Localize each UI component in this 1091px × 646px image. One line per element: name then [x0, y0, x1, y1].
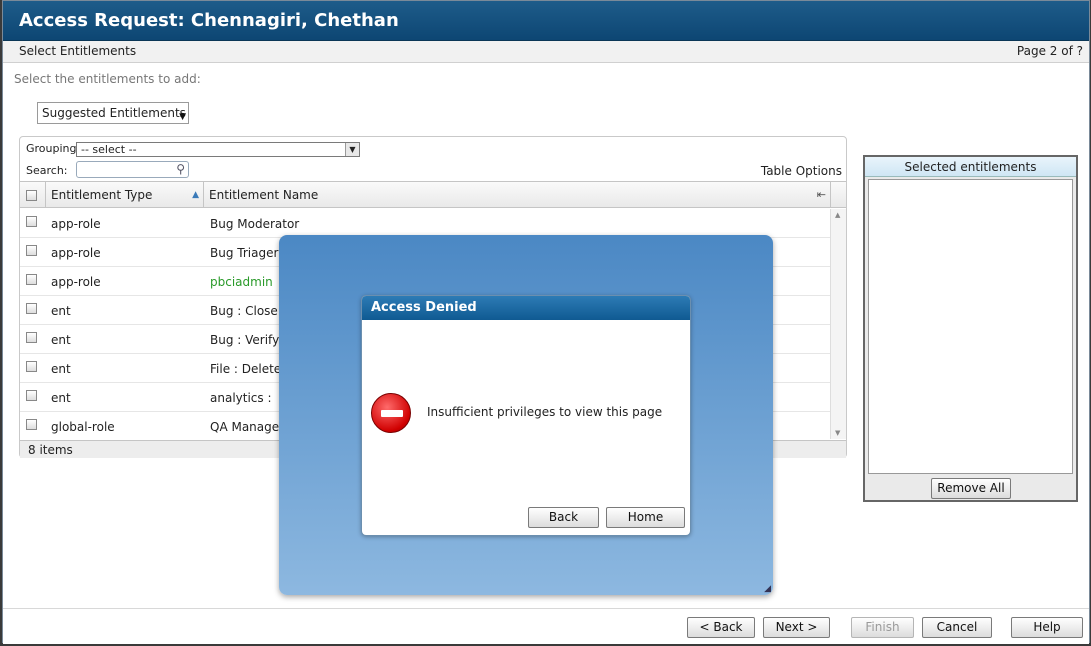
entitlement-source-select[interactable]: Suggested Entitlements ▼ [37, 102, 189, 124]
column-label-type: Entitlement Type [51, 188, 153, 202]
table-scrollbar[interactable]: ▲ ▼ [830, 209, 846, 439]
entitlement-type: global-role [51, 420, 115, 434]
row-checkbox[interactable] [26, 361, 37, 372]
search-label: Search: [26, 164, 68, 177]
dropdown-arrow-icon: ▼ [179, 112, 186, 122]
selected-entitlements-panel: Selected entitlements Remove All [863, 155, 1078, 502]
title-bar: Access Request: Chennagiri, Chethan [3, 1, 1089, 41]
entitlement-type: app-role [51, 246, 101, 260]
selected-entitlements-title: Selected entitlements [865, 157, 1076, 177]
page-indicator: Page 2 of ? [1016, 44, 1083, 58]
page-title: Access Request: Chennagiri, Chethan [19, 10, 399, 31]
entitlement-name: File : Delete [210, 362, 282, 376]
step-title: Select Entitlements [19, 44, 137, 58]
entitlement-name: QA Manager [210, 420, 285, 434]
grouping-value: -- select -- [81, 143, 137, 156]
column-header-name[interactable]: Entitlement Name ⇤ [204, 182, 831, 208]
row-checkbox[interactable] [26, 419, 37, 430]
entitlement-type: ent [51, 391, 71, 405]
search-icon[interactable]: ⚲ [176, 162, 185, 176]
remove-all-button[interactable]: Remove All [931, 478, 1011, 499]
access-denied-dialog: Access Denied Insufficient privileges to… [361, 295, 691, 536]
search-input[interactable]: ⚲ [76, 161, 189, 178]
entitlement-type: ent [51, 304, 71, 318]
sort-ascending-icon: ▲ [192, 190, 199, 200]
entitlement-name: Bug Triager [210, 246, 279, 260]
dialog-title: Access Denied [371, 300, 477, 315]
scroll-up-icon[interactable]: ▲ [835, 211, 840, 219]
entitlement-name: Bug Moderator [210, 217, 300, 231]
select-all-cell [20, 182, 46, 208]
entitlement-name: pbciadmin [210, 275, 273, 289]
row-checkbox[interactable] [26, 245, 37, 256]
dialog-header: Access Denied [362, 296, 690, 320]
row-checkbox[interactable] [26, 274, 37, 285]
dialog-home-button[interactable]: Home [606, 507, 685, 528]
entitlement-type: ent [51, 333, 71, 347]
row-checkbox[interactable] [26, 216, 37, 227]
scroll-down-icon[interactable]: ▼ [835, 429, 840, 437]
grouping-select[interactable]: -- select -- ▼ [76, 142, 360, 157]
grouping-label: Grouping: [26, 142, 81, 155]
entitlement-name: Bug : Close [210, 304, 278, 318]
dropdown-arrow-icon: ▼ [345, 143, 359, 156]
select-all-checkbox[interactable] [26, 190, 37, 201]
cancel-button[interactable]: Cancel [922, 617, 992, 638]
entitlement-type: ent [51, 362, 71, 376]
item-count: 8 items [28, 443, 73, 457]
wizard-footer: < Back Next > Finish Cancel Help [3, 608, 1089, 644]
table-row[interactable]: app-role Bug Moderator [20, 209, 830, 238]
entitlement-type: app-role [51, 217, 101, 231]
resize-grip-icon[interactable]: ◢ [764, 584, 771, 594]
entitlement-name: analytics : [210, 391, 272, 405]
stop-icon [371, 393, 411, 433]
help-button[interactable]: Help [1011, 617, 1083, 638]
table-options-link[interactable]: Table Options [761, 164, 842, 178]
instruction-text: Select the entitlements to add: [14, 72, 201, 86]
next-button[interactable]: Next > [763, 617, 830, 638]
stop-icon-bar [381, 410, 403, 417]
dialog-message: Insufficient privileges to view this pag… [427, 405, 663, 419]
row-checkbox[interactable] [26, 332, 37, 343]
selected-entitlements-list[interactable] [868, 179, 1073, 474]
dialog-back-button[interactable]: Back [528, 507, 599, 528]
column-header-type[interactable]: Entitlement Type ▲ [46, 182, 204, 208]
table-header: Entitlement Type ▲ Entitlement Name ⇤ [20, 181, 846, 208]
row-checkbox[interactable] [26, 303, 37, 314]
column-resize-icon[interactable]: ⇤ [817, 182, 826, 208]
finish-button: Finish [851, 617, 914, 638]
entitlement-type: app-role [51, 275, 101, 289]
back-button[interactable]: < Back [687, 617, 755, 638]
entitlement-source-value: Suggested Entitlements [42, 106, 186, 120]
row-checkbox[interactable] [26, 390, 37, 401]
step-bar: Select Entitlements Page 2 of ? [3, 41, 1089, 63]
column-label-name: Entitlement Name [209, 188, 319, 202]
entitlement-name: Bug : Verify [210, 333, 280, 347]
